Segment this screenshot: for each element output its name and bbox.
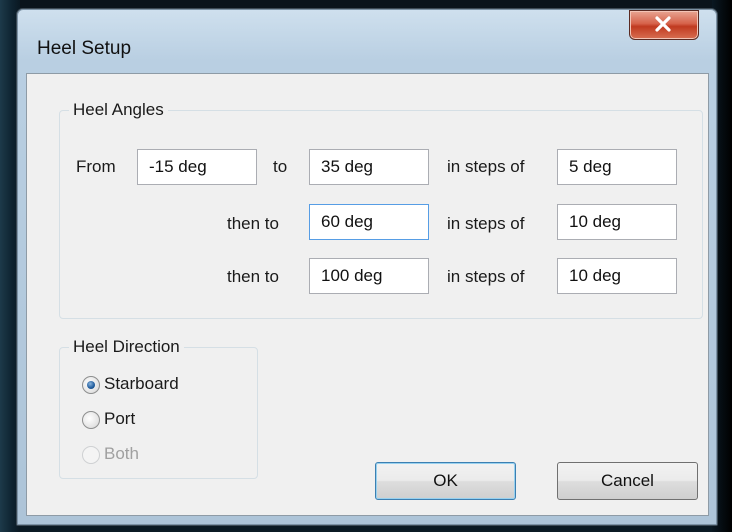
desktop-top [0,0,732,8]
to-angle-input-1[interactable]: 35 deg [309,149,429,185]
close-icon [655,16,671,32]
radio-selected-dot [87,381,95,389]
starboard-label[interactable]: Starboard [104,374,179,394]
heel-angles-group-title: Heel Angles [69,100,168,120]
port-label[interactable]: Port [104,409,135,429]
steps-label-1: in steps of [447,157,525,176]
step-input-2[interactable]: 10 deg [557,204,677,240]
then-to-label-2: then to [227,267,279,286]
title-bar[interactable]: Heel Setup [17,9,717,73]
to-label: to [273,157,288,176]
step-input-3[interactable]: 10 deg [557,258,677,294]
from-angle-input[interactable]: -15 deg [137,149,257,185]
port-radio[interactable] [82,411,100,429]
close-button[interactable] [629,10,699,40]
from-label: From [76,157,116,176]
to-angle-input-2[interactable]: 60 deg [309,204,429,240]
heel-setup-dialog: Heel Setup Heel Angles From -15 deg to 3… [16,8,718,526]
heel-direction-group-title: Heel Direction [69,337,184,357]
both-label: Both [104,444,139,463]
dialog-client-area: Heel Angles From -15 deg to 35 deg in st… [26,73,709,516]
cancel-button[interactable]: Cancel [557,462,698,500]
to-angle-input-3[interactable]: 100 deg [309,258,429,294]
window-title: Heel Setup [37,38,132,59]
starboard-radio[interactable] [82,376,100,394]
steps-label-3: in steps of [447,267,525,286]
step-input-1[interactable]: 5 deg [557,149,677,185]
both-radio [82,446,100,464]
ok-button[interactable]: OK [375,462,516,500]
then-to-label-1: then to [227,214,279,233]
steps-label-2: in steps of [447,214,525,233]
